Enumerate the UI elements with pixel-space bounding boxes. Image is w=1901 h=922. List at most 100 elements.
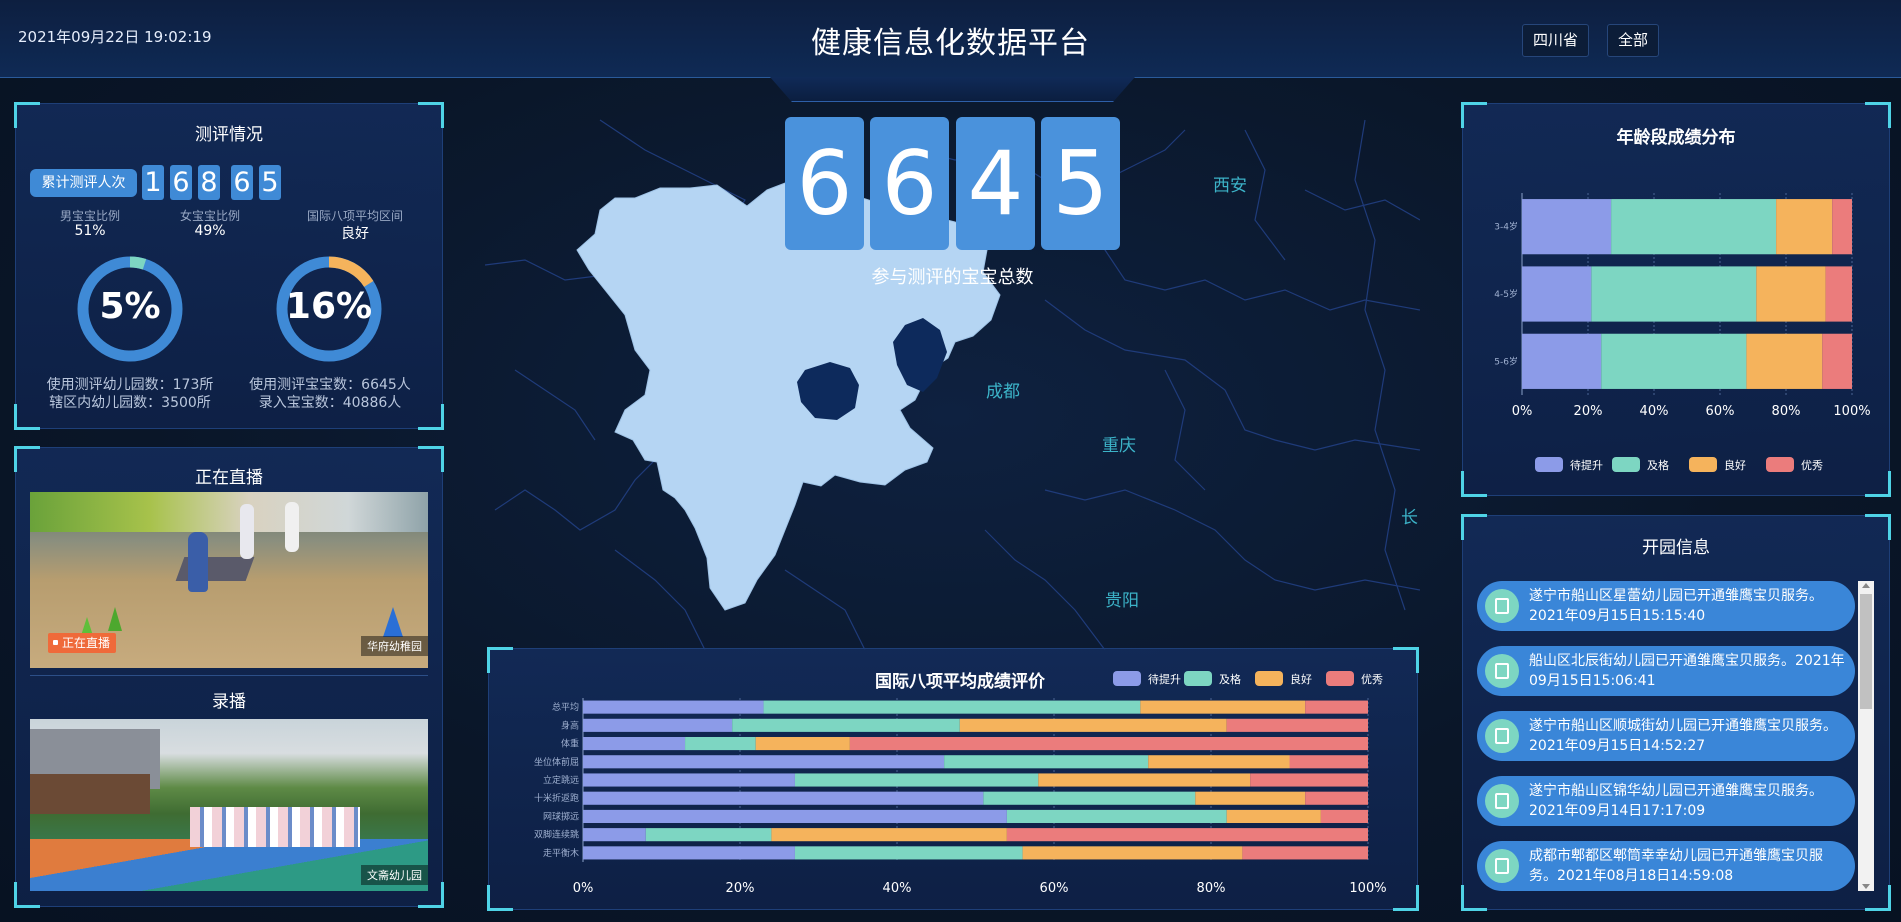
bar-segment — [1522, 199, 1612, 255]
bar-segment — [685, 736, 756, 751]
y-tick-label: 3-4岁 — [1494, 221, 1518, 233]
corner-decoration — [1461, 885, 1487, 911]
province-button[interactable]: 四川省 — [1522, 24, 1590, 57]
legend-label: 良好 — [1290, 672, 1312, 686]
scroll-up-icon[interactable] — [1862, 583, 1870, 588]
live-place-label: 华府幼稚园 — [361, 636, 428, 656]
bar-segment — [794, 773, 1039, 787]
total-digit: 6 — [785, 117, 864, 250]
record-video[interactable]: 文斋幼儿园 — [30, 719, 428, 891]
header-bar: 2021年09月22日 19:02:19 健康信息化数据平台 四川省 全部 — [0, 0, 1901, 78]
news-text: 成都市郫都区郫筒幸幸幼儿园已开通雏鹰宝贝服务。2021年08月18日14:59:… — [1529, 848, 1823, 884]
bar-segment — [771, 828, 1007, 842]
x-tick-label: 0% — [1512, 404, 1533, 419]
x-tick-label: 80% — [1772, 404, 1801, 419]
bar-segment — [959, 718, 1227, 732]
bar-segment — [583, 846, 795, 860]
y-tick-label: 总平均 — [552, 701, 579, 713]
scrollbar-thumb[interactable] — [1860, 594, 1872, 709]
news-scrollbar[interactable] — [1858, 581, 1874, 891]
x-tick-label: 20% — [1574, 404, 1603, 419]
cone — [108, 607, 122, 631]
x-tick-label: 20% — [726, 881, 755, 896]
y-tick-label: 体重 — [561, 738, 579, 750]
bar-segment — [1822, 333, 1852, 389]
live-video[interactable]: 正在直播 华府幼稚园 — [30, 492, 428, 668]
bar-segment — [1601, 333, 1747, 389]
news-item[interactable]: 成都市郫都区郫筒幸幸幼儿园已开通雏鹰宝贝服务。2021年08月18日14:59:… — [1477, 841, 1855, 891]
child-figure — [240, 504, 254, 559]
y-tick-label: 立定跳远 — [543, 774, 579, 786]
assessment-title: 测评情况 — [195, 125, 263, 145]
bar-segment — [755, 736, 850, 751]
bar-segment — [583, 736, 686, 751]
bar-segment — [1242, 846, 1368, 860]
bar-segment — [583, 700, 764, 714]
bar-segment — [583, 828, 646, 842]
x-tick-label: 100% — [1349, 881, 1386, 896]
news-item[interactable]: 船山区北辰街幼儿园已开通雏鹰宝贝服务。2021年09月15日15:06:41 — [1477, 646, 1855, 696]
y-tick-label: 双脚连续跳 — [534, 829, 579, 841]
ring-percent: 16% — [285, 286, 373, 327]
city-label-chengdu: 成都 — [986, 382, 1020, 402]
intl-range-value: 良好 — [341, 226, 369, 242]
bar-segment — [1289, 755, 1368, 769]
news-item[interactable]: 遂宁市船山区顺城街幼儿园已开通雏鹰宝贝服务。2021年09月15日14:52:2… — [1477, 711, 1855, 761]
y-tick-label: 走平衡木 — [543, 847, 579, 859]
x-tick-label: 80% — [1197, 881, 1226, 896]
bar-segment — [1832, 199, 1852, 255]
bar-segment — [1746, 333, 1823, 389]
city-label-chang: 长 — [1401, 508, 1418, 528]
bar-segment — [1825, 266, 1852, 322]
bar-segment — [583, 809, 1007, 824]
legend-swatch — [1326, 671, 1354, 686]
legend-label: 优秀 — [1801, 459, 1823, 472]
legend-swatch — [1184, 671, 1212, 686]
live-badge: 正在直播 — [48, 633, 117, 653]
bar-segment — [1226, 809, 1321, 824]
bar-segment — [1140, 700, 1306, 714]
legend-swatch — [1612, 457, 1640, 472]
y-tick-label: 5-6岁 — [1494, 355, 1518, 367]
kindergarten-used-text: 使用测评幼儿园数：173所 — [46, 377, 214, 393]
bar-segment — [1305, 791, 1368, 805]
news-item[interactable]: 遂宁市船山区星蕾幼儿园已开通雏鹰宝贝服务。2021年09月15日15:15:40 — [1477, 581, 1855, 631]
assessment-digit: 1 — [142, 165, 164, 200]
boy-ratio-value: 51% — [74, 223, 106, 239]
news-item[interactable]: 遂宁市船山区锦华幼儿园已开通雏鹰宝贝服务。2021年09月14日17:17:09 — [1477, 776, 1855, 826]
scroll-down-icon[interactable] — [1862, 884, 1870, 889]
legend-swatch — [1255, 671, 1283, 686]
legend-label: 良好 — [1724, 458, 1746, 472]
map[interactable] — [485, 110, 1420, 650]
all-button[interactable]: 全部 — [1607, 24, 1660, 57]
baby-used-text: 使用测评宝宝数：6645人 — [249, 377, 411, 393]
bar-segment — [794, 846, 1023, 860]
bar-segment — [1776, 199, 1833, 255]
total-digit: 4 — [956, 117, 1035, 250]
bar-segment — [944, 755, 1149, 769]
x-tick-label: 100% — [1833, 404, 1870, 419]
child-figure — [188, 532, 208, 592]
bar-segment — [1022, 846, 1243, 860]
bar-segment — [1250, 773, 1368, 787]
record-place-label: 文斋幼儿园 — [361, 865, 428, 885]
bar-segment — [1006, 828, 1368, 842]
header-tab-decoration — [770, 77, 1135, 102]
bar-segment — [583, 718, 733, 732]
x-tick-label: 60% — [1706, 404, 1735, 419]
total-assessments-label: 累计测评人次 — [30, 169, 137, 197]
x-tick-label: 0% — [573, 881, 594, 896]
boy-ratio-label: 男宝宝比例 — [59, 209, 120, 223]
assessment-digit: 6 — [170, 165, 192, 200]
bar-segment — [1756, 266, 1826, 322]
wooden-fence — [30, 774, 150, 814]
bar-segment — [1305, 700, 1368, 714]
girl-ratio-label: 女宝宝比例 — [179, 209, 240, 223]
bar-segment — [1006, 809, 1227, 824]
live-title: 正在直播 — [195, 468, 263, 488]
bar-segment — [1038, 773, 1251, 787]
x-tick-label: 40% — [1640, 404, 1669, 419]
kindergarten-total-text: 辖区内幼儿园数：3500所 — [49, 395, 211, 411]
x-tick-label: 40% — [883, 881, 912, 896]
legend-swatch — [1766, 457, 1794, 472]
